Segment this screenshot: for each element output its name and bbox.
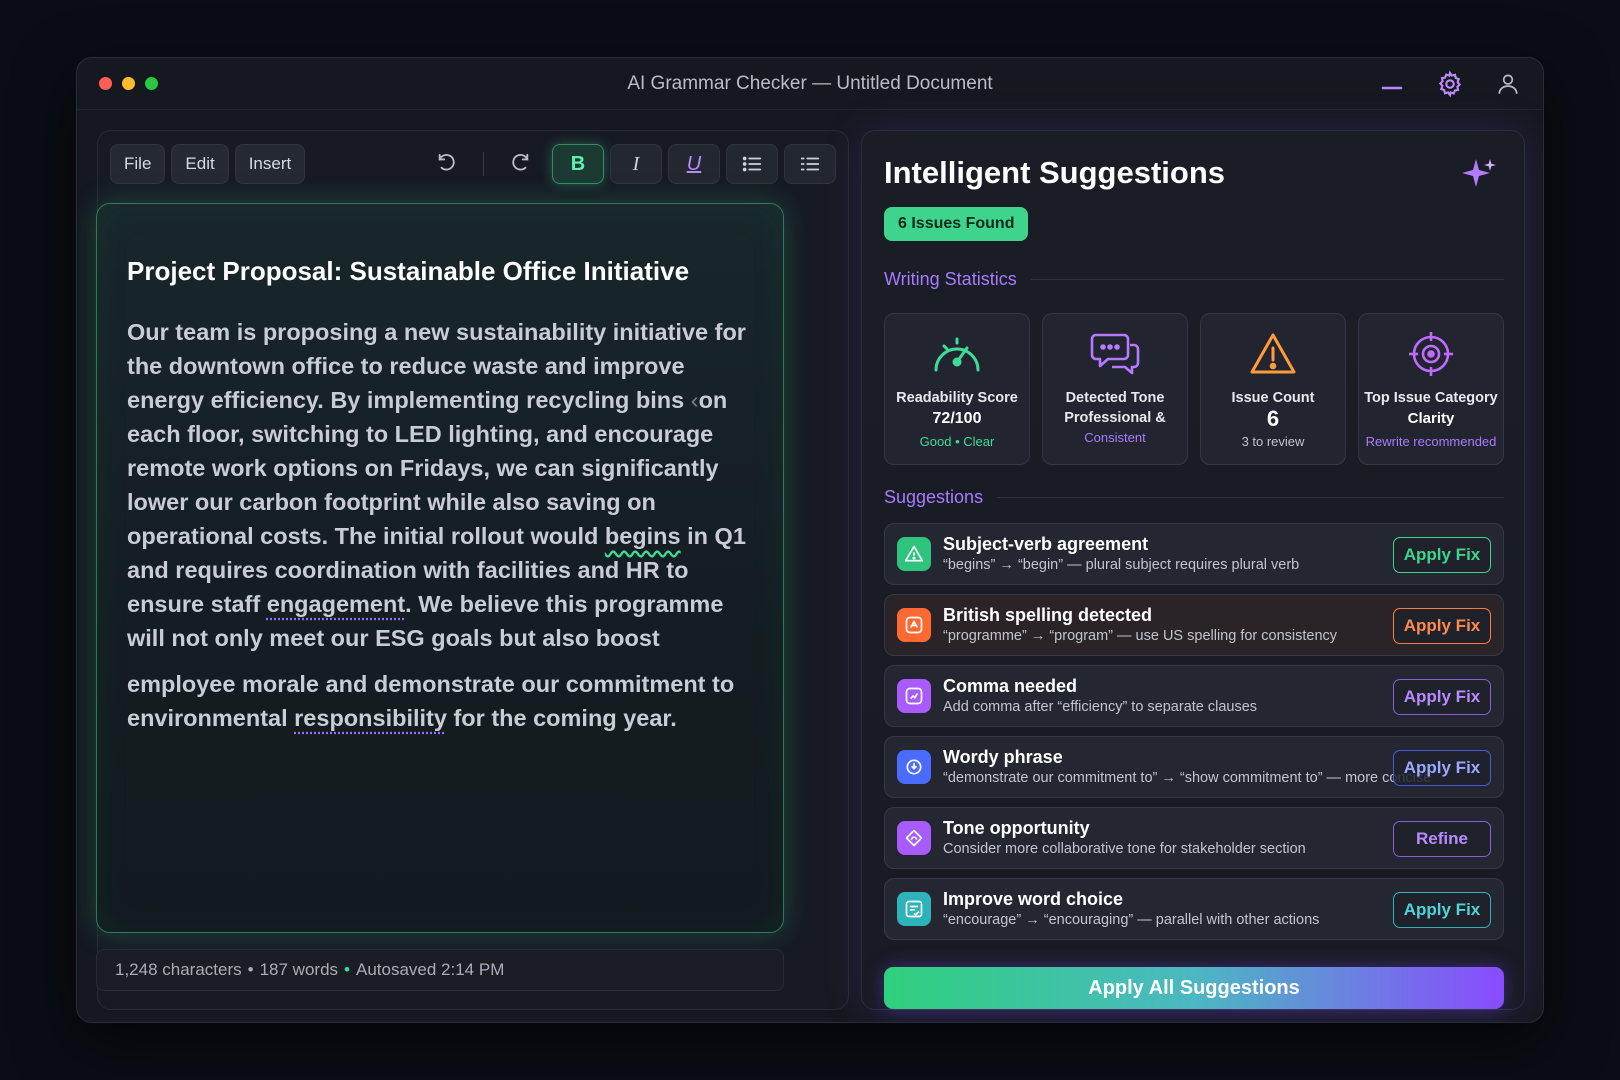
autosave-status-dot: • — [344, 960, 350, 979]
issues-found-badge: 6 Issues Found — [884, 207, 1029, 241]
title-bar: AI Grammar Checker — Untitled Document — [77, 58, 1543, 110]
stat-value: Professional & — [1064, 410, 1166, 426]
word-count: 187 words — [259, 960, 339, 979]
paragraph-1: Our team is proposing a new sustainabili… — [127, 315, 753, 655]
numbered-list-icon — [800, 157, 820, 171]
user-icon[interactable] — [1493, 69, 1523, 99]
suggestion-tone-opportunity[interactable]: Tone opportunity Consider more collabora… — [884, 807, 1504, 869]
window-controls — [99, 77, 158, 90]
suggestion-word-choice[interactable]: Improve word choice “encourage” → “encou… — [884, 878, 1504, 940]
word-icon — [897, 892, 931, 926]
spell-icon — [897, 608, 931, 642]
redo-button[interactable] — [494, 144, 546, 184]
numbered-list-button[interactable] — [784, 144, 836, 184]
underline-button[interactable]: U — [668, 144, 720, 184]
gauge-icon — [930, 330, 984, 378]
stat-label: Top Issue Category — [1364, 390, 1498, 406]
minimize-window-button[interactable] — [122, 77, 135, 90]
stat-value: 72/100 — [932, 410, 982, 427]
undo-button[interactable] — [421, 144, 473, 184]
character-count: 1,248 characters — [115, 960, 242, 979]
detected-tone-card: Detected Tone Professional & Consistent — [1042, 313, 1188, 465]
stat-sub: Rewrite recommended — [1365, 434, 1497, 449]
document-canvas[interactable]: Project Proposal: Sustainable Office Ini… — [96, 203, 784, 933]
bold-button[interactable]: B — [552, 144, 604, 184]
suggestion-british-spelling[interactable]: British spelling detected “programme” → … — [884, 594, 1504, 656]
suggestion-comma-needed[interactable]: Comma needed Add comma after “efficiency… — [884, 665, 1504, 727]
status-bar: 1,248 characters • 187 words • Autosaved… — [96, 949, 784, 991]
apply-fix-button[interactable]: Apply Fix — [1393, 608, 1491, 644]
maximize-window-button[interactable] — [145, 77, 158, 90]
redo-icon — [512, 153, 529, 171]
suggestion-wordy-phrase[interactable]: Wordy phrase “demonstrate our commitment… — [884, 736, 1504, 798]
stat-sub: Consistent — [1084, 430, 1146, 445]
status-separator: • — [247, 960, 254, 979]
edit-menu[interactable]: Edit — [171, 144, 229, 184]
style-suggestion-highlight[interactable]: responsibility — [294, 705, 447, 731]
section-label: Writing Statistics — [884, 269, 1017, 289]
bullet-list-button[interactable] — [726, 144, 778, 184]
grammar-error-highlight[interactable]: begins — [605, 523, 681, 549]
stat-label: Issue Count — [1231, 390, 1315, 406]
close-window-button[interactable] — [99, 77, 112, 90]
panel-title: Intelligent Suggestions — [884, 155, 1226, 190]
suggestion-subject-verb[interactable]: Subject-verb agreement “begins” → “begin… — [884, 523, 1504, 585]
suggestions-list: Subject-verb agreement “begins” → “begin… — [884, 523, 1504, 949]
tone-icon — [897, 821, 931, 855]
statistics-cards: Readability Score 72/100 Good • Clear De… — [884, 313, 1504, 465]
stat-value: 6 — [1266, 406, 1280, 431]
target-icon — [1406, 330, 1456, 378]
editor-toolbar: File Edit Insert B I U — [110, 143, 836, 185]
file-menu[interactable]: File — [110, 144, 166, 184]
issue-count-card: Issue Count 6 3 to review — [1200, 313, 1346, 465]
text-cursor: ‹ — [690, 387, 699, 413]
sparkle-icon — [1458, 155, 1498, 200]
document-title: Project Proposal: Sustainable Office Ini… — [127, 256, 690, 286]
autosave-status: Autosaved 2:14 PM — [355, 960, 505, 979]
style-suggestion-highlight[interactable]: engagement — [267, 591, 405, 617]
stat-label: Detected Tone — [1065, 390, 1165, 406]
compress-icon — [897, 750, 931, 784]
apply-fix-button[interactable]: Apply Fix — [1393, 750, 1491, 786]
warning-icon — [1248, 330, 1298, 378]
section-label: Suggestions — [884, 487, 984, 507]
punctuation-icon — [897, 679, 931, 713]
suggestions-panel: Intelligent Suggestions 6 Issues Found W… — [861, 130, 1525, 1010]
paragraph-2: employee morale and demonstrate our comm… — [127, 667, 753, 735]
document-body[interactable]: Our team is proposing a new sustainabili… — [127, 315, 753, 735]
window-title: AI Grammar Checker — Untitled Document — [627, 72, 993, 94]
top-issue-category-card: Top Issue Category Clarity Rewrite recom… — [1358, 313, 1504, 465]
insert-menu[interactable]: Insert — [234, 144, 306, 184]
refine-button[interactable]: Refine — [1393, 821, 1491, 857]
apply-all-suggestions-button[interactable]: Apply All Suggestions — [884, 967, 1504, 1009]
apply-fix-button[interactable]: Apply Fix — [1393, 679, 1491, 715]
gear-icon[interactable] — [1435, 69, 1465, 99]
chat-bubbles-icon — [1090, 330, 1140, 378]
minimize-icon[interactable] — [1377, 69, 1407, 99]
stat-sub: 3 to review — [1241, 434, 1305, 449]
undo-icon — [438, 153, 455, 171]
alert-triangle-icon — [897, 537, 931, 571]
italic-button[interactable]: I — [610, 144, 662, 184]
apply-fix-button[interactable]: Apply Fix — [1393, 537, 1491, 573]
stat-value: Clarity — [1407, 410, 1455, 427]
text-run: Our team is proposing a new sustainabili… — [127, 319, 746, 413]
stat-sub: Good • Clear — [919, 434, 995, 449]
app-window: AI Grammar Checker — Untitled Document F… — [76, 57, 1544, 1023]
stat-label: Readability Score — [896, 390, 1018, 406]
bullet-list-icon — [742, 156, 762, 172]
text-run: for the coming year. — [446, 705, 677, 731]
suggestions-header: Suggestions — [884, 487, 1504, 508]
writing-statistics-header: Writing Statistics — [884, 269, 1504, 290]
readability-score-card: Readability Score 72/100 Good • Clear — [884, 313, 1030, 465]
editor-panel: File Edit Insert B I U Project Proposal:… — [96, 130, 849, 1010]
apply-fix-button[interactable]: Apply Fix — [1393, 892, 1491, 928]
